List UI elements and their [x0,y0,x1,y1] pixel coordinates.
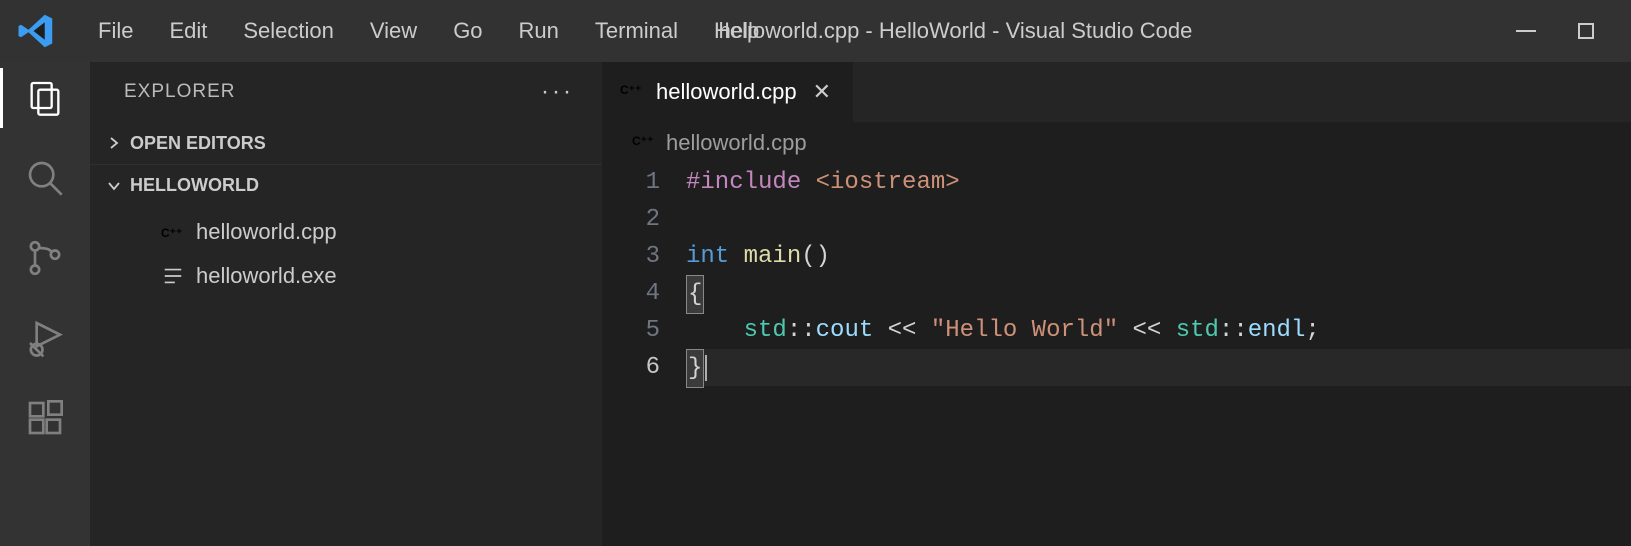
code-editor[interactable]: 1 2 3 4 5 6 #include <iostream> int main… [602,164,1631,386]
caret [705,355,707,381]
sidebar-header: EXPLORER ··· [90,62,602,122]
folder-label: HELLOWORLD [130,175,259,196]
activity-extensions[interactable] [0,398,90,438]
window-title: helloworld.cpp - HelloWorld - Visual Stu… [439,0,1193,62]
minimize-button[interactable] [1511,16,1541,46]
tab-helloworld-cpp[interactable]: C⁺⁺ helloworld.cpp ✕ [602,62,854,122]
svg-text:C⁺⁺: C⁺⁺ [620,83,641,97]
menu-view[interactable]: View [352,12,435,50]
file-item-helloworld-exe[interactable]: helloworld.exe [90,254,602,298]
cpp-file-icon: C⁺⁺ [160,219,186,245]
cpp-file-icon: C⁺⁺ [632,128,656,158]
activity-run[interactable] [0,318,90,358]
sidebar-more-icon[interactable]: ··· [541,78,574,106]
activity-search[interactable] [0,158,90,198]
code-line-4[interactable]: { [686,275,1631,312]
code-lines[interactable]: #include <iostream> int main() { std::co… [686,164,1631,386]
file-item-helloworld-cpp[interactable]: C⁺⁺ helloworld.cpp [90,210,602,254]
tab-label: helloworld.cpp [656,79,797,105]
code-line-3[interactable]: int main() [686,238,1631,275]
code-line-5[interactable]: std::cout << "Hello World" << std::endl; [686,312,1631,349]
file-name: helloworld.exe [196,263,337,289]
menu-file[interactable]: File [80,12,151,50]
breadcrumbs[interactable]: C⁺⁺ helloworld.cpp [602,122,1631,164]
tab-bar: C⁺⁺ helloworld.cpp ✕ [602,62,1631,122]
svg-text:C⁺⁺: C⁺⁺ [161,226,182,240]
activity-source-control[interactable] [0,238,90,278]
close-icon[interactable]: ✕ [809,79,835,105]
menu-selection[interactable]: Selection [225,12,352,50]
code-line-2[interactable] [686,201,1631,238]
activity-bar [0,62,90,546]
sidebar-title: EXPLORER [124,81,235,103]
file-name: helloworld.cpp [196,219,337,245]
open-editors-label: OPEN EDITORS [130,133,266,154]
chevron-down-icon [106,178,124,194]
code-line-6[interactable]: } [686,349,1631,386]
cpp-file-icon: C⁺⁺ [620,77,644,107]
svg-text:C⁺⁺: C⁺⁺ [632,134,653,148]
menu-edit[interactable]: Edit [151,12,225,50]
code-line-1[interactable]: #include <iostream> [686,164,1631,201]
editor-area: C⁺⁺ helloworld.cpp ✕ C⁺⁺ helloworld.cpp … [602,62,1631,546]
window-controls [1511,16,1621,46]
breadcrumb-file: helloworld.cpp [666,130,807,156]
activity-explorer[interactable] [0,78,90,118]
chevron-right-icon [106,135,124,151]
maximize-button[interactable] [1571,16,1601,46]
folder-section[interactable]: HELLOWORLD [90,164,602,206]
title-bar: File Edit Selection View Go Run Terminal… [0,0,1631,62]
exe-file-icon [160,263,186,289]
sidebar: EXPLORER ··· OPEN EDITORS HELLOWORLD C⁺⁺… [90,62,602,546]
open-editors-section[interactable]: OPEN EDITORS [90,122,602,164]
file-tree: C⁺⁺ helloworld.cpp helloworld.exe [90,206,602,298]
vscode-logo-icon [16,11,56,51]
gutter: 1 2 3 4 5 6 [602,164,686,386]
